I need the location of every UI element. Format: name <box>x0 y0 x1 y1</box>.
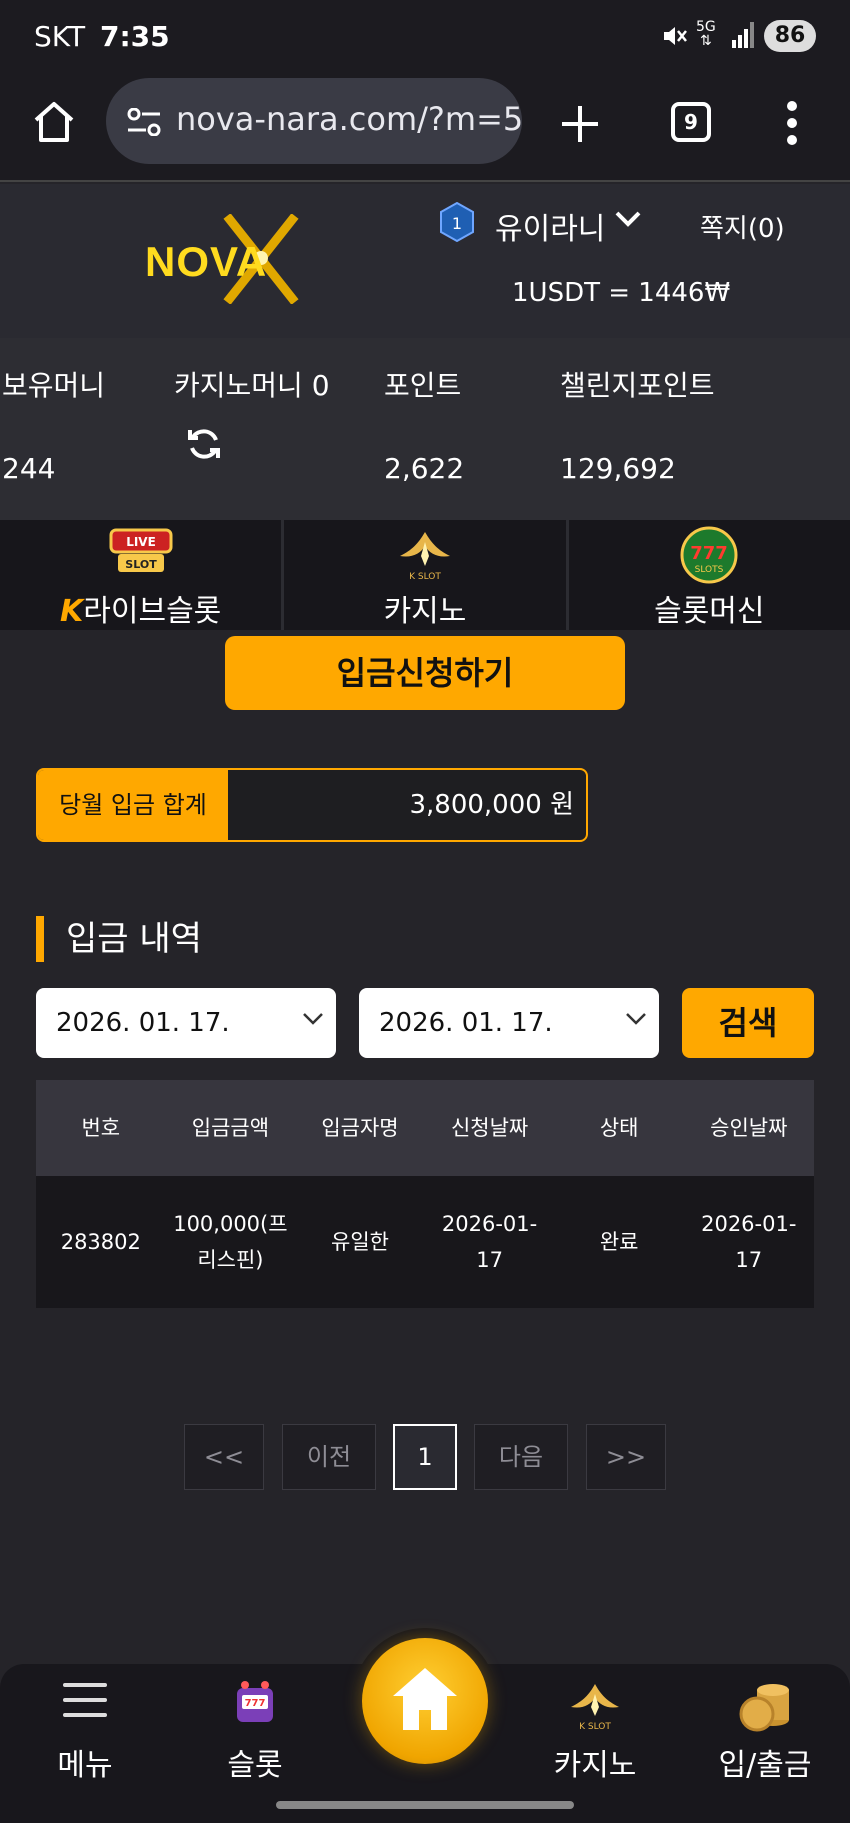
address-bar[interactable]: nova-nara.com/?m=5 <box>106 78 522 164</box>
browser-toolbar: nova-nara.com/?m=5 9 <box>0 72 850 182</box>
challenge-points-label: 챌린지포인트 <box>560 369 715 402</box>
end-date-field[interactable]: 2026. 01. 17. <box>359 988 659 1058</box>
home-button[interactable] <box>362 1638 488 1764</box>
first-page-button[interactable]: << <box>184 1424 264 1490</box>
table-cell: 유일한 <box>331 1230 389 1254</box>
tab-casino[interactable]: K SLOT 카지노 <box>284 520 569 630</box>
menu-icon <box>63 1683 107 1717</box>
column-header: 입금자명 <box>321 1116 399 1140</box>
page-1-button[interactable]: 1 <box>393 1424 457 1490</box>
username[interactable]: 유이라니 <box>495 204 605 248</box>
k-brand-icon: K <box>60 594 84 629</box>
live-slot-icon: LIVE SLOT <box>109 528 173 572</box>
table-cell: 2026-01-17 <box>441 1212 538 1272</box>
balance-panel: 보유머니 244 카지노머니 0 포인트 2,622 챌린지포인트 129,69… <box>0 338 850 520</box>
url-text: nova-nara.com/?m=5 <box>176 100 522 138</box>
start-date-field[interactable]: 2026. 01. 17. <box>36 988 336 1058</box>
battery-indicator: 86 <box>764 20 816 52</box>
end-date-value: 2026. 01. 17. <box>379 1008 553 1038</box>
slot-machine-icon: 777 <box>237 1681 273 1722</box>
network-icon: 5G ⇅ <box>696 19 716 49</box>
column-header: 상태 <box>599 1116 639 1140</box>
tab-slot-machine[interactable]: 777 SLOTS 슬롯머신 <box>569 520 850 630</box>
section-title: 입금 내역 <box>36 916 202 962</box>
more-menu-icon[interactable] <box>786 100 798 146</box>
chevron-down-icon <box>626 1013 646 1025</box>
site-logo[interactable]: NOVA <box>145 214 320 304</box>
start-date-value: 2026. 01. 17. <box>56 1008 230 1038</box>
site-settings-icon[interactable] <box>126 108 162 136</box>
clock: 7:35 <box>100 20 170 53</box>
next-page-button[interactable]: 다음 <box>474 1424 568 1490</box>
month-total-box: 당월 입금 합계 3,800,000 원 <box>36 768 588 842</box>
table-cell: 100,000(프리스핀) <box>173 1212 288 1272</box>
k-slot-icon: K SLOT <box>571 1684 619 1732</box>
column-header: 입금금액 <box>191 1116 270 1140</box>
tab-slot-machine-label: 슬롯머신 <box>654 594 765 629</box>
svg-text:K SLOT: K SLOT <box>409 572 441 582</box>
signal-icon <box>732 22 754 48</box>
chevron-down-icon[interactable] <box>614 210 642 228</box>
level-badge-icon: 1 <box>440 202 474 242</box>
casino-money-label: 카지노머니 0 <box>174 369 330 402</box>
home-icon <box>393 1668 457 1730</box>
tab-casino-label: 카지노 <box>383 594 467 629</box>
points-label: 포인트 <box>384 369 462 402</box>
prev-page-button[interactable]: 이전 <box>282 1424 376 1490</box>
nav-menu-label: 메뉴 <box>57 1748 113 1783</box>
home-icon[interactable] <box>30 98 78 146</box>
nav-deposit-withdraw-label: 입/출금 <box>718 1748 812 1783</box>
table-cell: 완료 <box>599 1230 639 1254</box>
points-value: 2,622 <box>384 452 465 485</box>
svg-text:777: 777 <box>691 543 729 564</box>
svg-text:777: 777 <box>245 1698 266 1709</box>
table-cell: 283802 <box>60 1230 141 1254</box>
tab-live-slot[interactable]: LIVE SLOT K라이브슬롯 <box>0 520 285 630</box>
nav-casino-label: 카지노 <box>553 1748 637 1783</box>
cash-value: 244 <box>2 452 56 485</box>
svg-text:K SLOT: K SLOT <box>579 1722 611 1732</box>
challenge-points-value: 129,692 <box>560 452 676 485</box>
svg-text:SLOT: SLOT <box>125 558 157 571</box>
k-slot-icon: K SLOT <box>399 532 450 582</box>
status-bar: SKT 7:35 5G ⇅ 86 <box>0 0 850 72</box>
tab-switcher-button[interactable]: 9 <box>671 102 711 142</box>
nav-slot-label: 슬롯 <box>227 1748 283 1783</box>
mute-icon <box>664 27 687 45</box>
column-header: 신청날짜 <box>450 1116 529 1140</box>
deposit-request-button[interactable]: 입금신청하기 <box>225 636 625 710</box>
site-header: NOVA 1 유이라니 쪽지(0) 1USDT = 1446₩ <box>0 184 850 338</box>
tab-live-slot-label: K라이브슬롯 <box>60 594 222 629</box>
777-slots-icon: 777SLOTS <box>680 526 738 584</box>
game-category-tabs: LIVE SLOT K라이브슬롯 K SLOT 카지노 777 SLOTS 슬롯머신 <box>0 520 850 630</box>
column-header: 승인날짜 <box>710 1116 788 1140</box>
chevron-down-icon <box>303 1013 323 1025</box>
svg-text:1: 1 <box>452 214 462 233</box>
deposit-history-table: 번호 입금금액 입금자명 신청날짜 상태 승인날짜 283802 100,000… <box>36 1080 814 1308</box>
coins-icon <box>739 1684 789 1732</box>
last-page-button[interactable]: >> <box>586 1424 666 1490</box>
table-row: 283802 100,000(프리스핀) 유일한 2026-01-17 완료 2… <box>36 1176 814 1308</box>
new-tab-icon[interactable] <box>558 102 602 146</box>
gesture-bar <box>276 1801 574 1809</box>
search-button[interactable]: 검색 <box>682 988 814 1058</box>
month-total-value: 3,800,000 원 <box>409 790 574 820</box>
column-header: 번호 <box>81 1116 121 1140</box>
month-total-label: 당월 입금 합계 <box>38 770 228 840</box>
svg-text:LIVE: LIVE <box>126 535 156 549</box>
cash-label: 보유머니 <box>2 369 106 402</box>
refresh-icon[interactable] <box>186 426 222 462</box>
carrier-label: SKT <box>34 20 86 53</box>
exchange-rate: 1USDT = 1446₩ <box>512 278 731 308</box>
messages-link[interactable]: 쪽지(0) <box>700 208 785 245</box>
logo-wordmark: NOVA <box>145 238 268 285</box>
table-cell: 2026-01-17 <box>701 1212 797 1272</box>
svg-text:SLOTS: SLOTS <box>695 565 724 575</box>
table-header: 번호 입금금액 입금자명 신청날짜 상태 승인날짜 <box>36 1080 814 1176</box>
